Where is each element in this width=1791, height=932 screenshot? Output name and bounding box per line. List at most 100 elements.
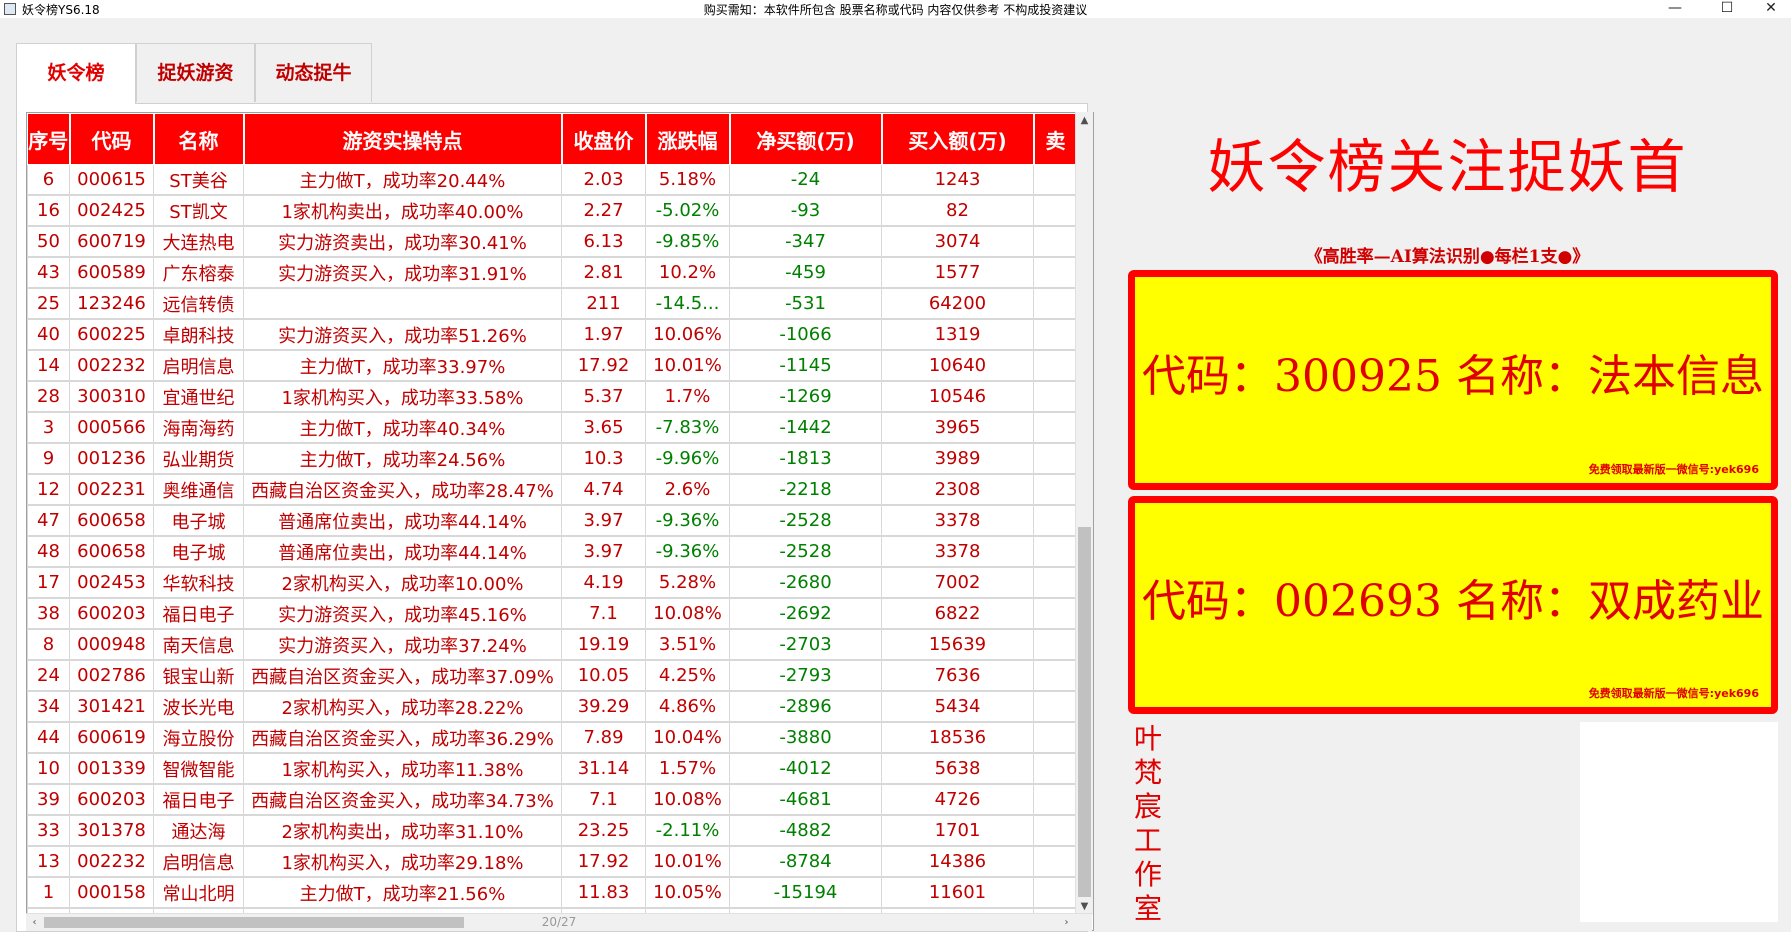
cell-index: 14 [27, 350, 70, 382]
table-row[interactable]: 24 002786 银宝山新 西藏自治区资金买入，成功率37.09% 10.05 4.25… [27, 660, 1078, 692]
cell-change: 10.05% [645, 877, 730, 909]
col-header-name[interactable]: 名称 [153, 113, 245, 165]
cell-buy: 1701 [881, 815, 1034, 847]
table-row[interactable]: 9 001236 弘业期货 主力做T，成功率24.56% 10.3 -9.96% -1813… [27, 443, 1078, 475]
cell-code: 600225 [69, 319, 154, 351]
table-row[interactable]: 6 000615 ST美谷 主力做T，成功率20.44% 2.03 5.18% -24 124… [27, 164, 1078, 196]
cell-index: 12 [27, 474, 70, 506]
col-header-code[interactable]: 代码 [69, 113, 155, 165]
close-button[interactable]: ✕ [1751, 0, 1791, 18]
cell-buy: 7636 [881, 660, 1034, 692]
table-row[interactable]: 28 300310 宜通世纪 1家机构买入，成功率33.58% 5.37 1.7% -126… [27, 381, 1078, 413]
cell-net-buy: -93 [729, 195, 882, 227]
vertical-scroll-thumb[interactable] [1078, 527, 1091, 897]
table-row[interactable]: 16 002425 ST凯文 1家机构卖出，成功率40.00% 2.27 -5.02% -9… [27, 195, 1078, 227]
col-header-sell[interactable]: 卖 [1033, 113, 1079, 165]
cell-sell [1033, 846, 1078, 878]
cell-feature: 1家机构买入，成功率11.38% [243, 753, 562, 785]
cell-net-buy: -2692 [729, 598, 882, 630]
cell-net-buy: -3880 [729, 722, 882, 754]
cell-sell [1033, 350, 1078, 382]
pick-text-2: 代码：002693 名称：双成药业 [1142, 576, 1764, 627]
cell-change: -14.5... [645, 288, 730, 320]
cell-name: 通达海 [153, 815, 244, 847]
cell-sell [1033, 164, 1078, 196]
table-row[interactable]: 3 000566 海南海药 主力做T，成功率40.34% 3.65 -7.83% -1442… [27, 412, 1078, 444]
cell-net-buy: -1269 [729, 381, 882, 413]
col-header-feature[interactable]: 游资实操特点 [243, 113, 563, 165]
scroll-right-icon[interactable]: › [1058, 914, 1075, 931]
cell-close: 10.05 [561, 660, 646, 692]
table-row[interactable]: 17 002453 华软科技 2家机构买入，成功率10.00% 4.19 5.28% -26… [27, 567, 1078, 599]
cell-feature: 西藏自治区资金买入，成功率37.09% [243, 660, 562, 692]
panel-subtitle: 《高胜率—AI算法识别●每栏1支●》 [1305, 247, 1590, 267]
cell-sell [1033, 784, 1078, 816]
minimize-button[interactable]: — [1655, 0, 1695, 18]
cell-sell [1033, 257, 1078, 289]
table-row[interactable]: 34 301421 波长光电 2家机构买入，成功率28.22% 39.29 4.86% -2… [27, 691, 1078, 723]
cell-sell [1033, 536, 1078, 568]
cell-feature: 2家机构卖出，成功率31.10% [243, 815, 562, 847]
table-row[interactable]: 40 600225 卓朗科技 实力游资买入，成功率51.26% 1.97 10.06% -1… [27, 319, 1078, 351]
table-row[interactable]: 25 123246 远信转债 211 -14.5... -531 64200 [27, 288, 1078, 320]
col-header-index[interactable]: 序号 [27, 113, 71, 165]
cell-close: 31.14 [561, 753, 646, 785]
cell-buy: 3965 [881, 412, 1034, 444]
table-row[interactable]: 33 301378 通达海 2家机构卖出，成功率31.10% 23.25 -2.11% -4… [27, 815, 1078, 847]
cell-name: 远信转债 [153, 288, 244, 320]
cell-name: 广东榕泰 [153, 257, 244, 289]
table-row[interactable]: 38 600203 福日电子 实力游资买入，成功率45.16% 7.1 10.08% -26… [27, 598, 1078, 630]
scroll-up-icon[interactable]: ▲ [1076, 112, 1093, 129]
cell-sell [1033, 288, 1078, 320]
tab-dongtai-zhuoniu[interactable]: 动态捉牛 [255, 43, 372, 102]
cell-feature: 西藏自治区资金买入，成功率34.73% [243, 784, 562, 816]
tab-yaolingbang[interactable]: 妖令榜 [16, 43, 136, 104]
col-header-change[interactable]: 涨跌幅 [645, 113, 731, 165]
cell-index: 48 [27, 536, 70, 568]
cell-feature: 2家机构买入，成功率28.22% [243, 691, 562, 723]
cell-feature: 主力做T，成功率21.56% [243, 877, 562, 909]
table-row[interactable]: 13 002232 启明信息 1家机构买入，成功率29.18% 17.92 10.01% -… [27, 846, 1078, 878]
cell-code: 001339 [69, 753, 154, 785]
cell-code: 123246 [69, 288, 154, 320]
table-row[interactable]: 8 000948 南天信息 实力游资买入，成功率37.24% 19.19 3.51% -27… [27, 629, 1078, 661]
pick-note-1: 免费领取最新版一微信号:yek696 [1588, 463, 1759, 476]
col-header-buy[interactable]: 买入额(万) [881, 113, 1035, 165]
cell-sell [1033, 722, 1078, 754]
cell-net-buy: -2793 [729, 660, 882, 692]
horizontal-scrollbar[interactable]: ‹ 20/27 › [26, 913, 1092, 931]
cell-index: 44 [27, 722, 70, 754]
cell-name: 宜通世纪 [153, 381, 244, 413]
cell-change: 10.08% [645, 784, 730, 816]
pick-box-1: 代码：300925 名称：法本信息 免费领取最新版一微信号:yek696 [1128, 270, 1778, 490]
table-row[interactable]: 1 000158 常山北明 主力做T，成功率21.56% 11.83 10.05% -151… [27, 877, 1078, 909]
col-header-close[interactable]: 收盘价 [561, 113, 647, 165]
table-row[interactable]: 12 002231 奥维通信 西藏自治区资金买入，成功率28.47% 4.74 2.6% -… [27, 474, 1078, 506]
table-row[interactable]: 14 002232 启明信息 主力做T，成功率33.97% 17.92 10.01% -11… [27, 350, 1078, 382]
cell-net-buy: -459 [729, 257, 882, 289]
cell-feature: 西藏自治区资金买入，成功率28.47% [243, 474, 562, 506]
tab-zhuoyao-youzi[interactable]: 捉妖游资 [136, 43, 255, 102]
table-row[interactable]: 43 600589 广东榕泰 实力游资买入，成功率31.91% 2.81 10.2% -45… [27, 257, 1078, 289]
cell-name: ST美谷 [153, 164, 244, 196]
horizontal-scroll-thumb[interactable] [44, 917, 464, 928]
maximize-button[interactable]: ☐ [1707, 0, 1747, 18]
table-row[interactable]: 50 600719 大连热电 实力游资卖出，成功率30.41% 6.13 -9.85% -3… [27, 226, 1078, 258]
col-header-net-buy[interactable]: 净买额(万) [729, 113, 883, 165]
cell-feature: 1家机构买入，成功率29.18% [243, 846, 562, 878]
cell-index: 10 [27, 753, 70, 785]
table-row[interactable]: 47 600658 电子城 普通席位卖出，成功率44.14% 3.97 -9.36% -25… [27, 505, 1078, 537]
cell-change: 1.57% [645, 753, 730, 785]
table-row[interactable]: 39 600203 福日电子 西藏自治区资金买入，成功率34.73% 7.1 10.08%… [27, 784, 1078, 816]
cell-code: 300310 [69, 381, 154, 413]
cell-close: 2.27 [561, 195, 646, 227]
cell-change: 5.18% [645, 164, 730, 196]
cell-feature [243, 288, 562, 320]
cell-index: 6 [27, 164, 70, 196]
vertical-scrollbar[interactable]: ▲ ▼ [1075, 112, 1093, 915]
cell-net-buy: -1145 [729, 350, 882, 382]
table-row[interactable]: 10 001339 智微智能 1家机构买入，成功率11.38% 31.14 1.57% -4… [27, 753, 1078, 785]
table-row[interactable]: 48 600658 电子城 普通席位卖出，成功率44.14% 3.97 -9.36% -25… [27, 536, 1078, 568]
table-row[interactable]: 44 600619 海立股份 西藏自治区资金买入，成功率36.29% 7.89 10.04… [27, 722, 1078, 754]
scroll-left-icon[interactable]: ‹ [26, 914, 43, 931]
